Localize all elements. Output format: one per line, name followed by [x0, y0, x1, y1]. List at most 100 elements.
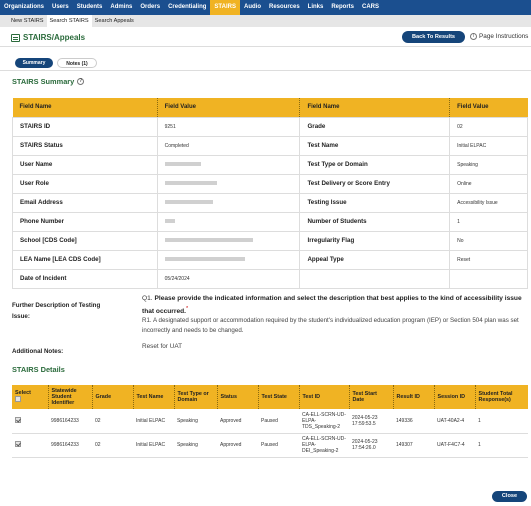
top-nav: Organizations Users Students Admins Orde… — [0, 0, 531, 15]
redacted-value — [156, 230, 301, 251]
field-name: Test Type or Domain — [299, 154, 451, 175]
additional-notes-label: Additional Notes: — [12, 348, 64, 355]
field-value: Online — [449, 173, 528, 194]
field-value — [449, 268, 528, 289]
nav-users[interactable]: Users — [48, 0, 73, 15]
row-checkbox[interactable] — [15, 441, 21, 447]
question-body: Please provide the indicated information… — [142, 295, 522, 316]
redaction-bar — [164, 219, 175, 224]
field-name: Grade — [299, 116, 451, 137]
nav-reports[interactable]: Reports — [327, 0, 358, 15]
grade-cell: 02 — [92, 433, 133, 458]
column-header-select: Select — [12, 385, 49, 409]
table-row: STAIRS ID 9251 Grade 02 — [12, 116, 528, 137]
page-instructions-label: Page Instructions — [479, 33, 529, 40]
test-id-cell: CA-ELL-SCRN-UD-ELPA-TDS_Speaking-2 — [299, 409, 349, 434]
table-row: STAIRS Status Completed Test Name Initia… — [12, 135, 528, 156]
nav-stairs[interactable]: STAIRS — [210, 0, 240, 15]
sub-nav: New STAIRS Search STAIRS Search Appeals — [0, 15, 531, 27]
redaction-bar — [164, 257, 245, 262]
table-row: Email Address Testing Issue Accessibilit… — [12, 192, 528, 213]
tab-notes[interactable]: Notes (1) — [57, 58, 97, 68]
domain-cell: Speaking — [174, 433, 217, 458]
field-value: 1 — [449, 211, 528, 232]
field-value: Initial ELPAC — [449, 135, 528, 156]
redaction-bar — [164, 238, 253, 243]
table-row: User Name Test Type or Domain Speaking — [12, 154, 528, 175]
nav-admins[interactable]: Admins — [106, 0, 136, 15]
column-header: Statewide Student Identifier — [48, 385, 93, 409]
subnav-search-stairs[interactable]: Search STAIRS — [46, 15, 92, 27]
column-header: Field Value — [157, 98, 301, 117]
table-row: User Role Test Delivery or Score Entry O… — [12, 173, 528, 194]
start-date-cell: 2024-05-23 17:54:26.0 — [349, 433, 393, 458]
subnav-search-appeals[interactable]: Search Appeals — [92, 15, 137, 27]
close-button[interactable]: Close — [492, 491, 527, 502]
session-id-cell: UAT-F4C7-4 — [434, 433, 475, 458]
redaction-bar — [164, 162, 201, 167]
select-all-checkbox[interactable] — [15, 396, 21, 402]
session-id-cell: UAT-40A2-4 — [434, 409, 475, 434]
help-icon[interactable]: ? — [77, 78, 85, 85]
field-value: No — [449, 230, 528, 251]
divider — [0, 70, 531, 71]
nav-audio[interactable]: Audio — [240, 0, 265, 15]
nav-students[interactable]: Students — [73, 0, 107, 15]
field-value: Completed — [156, 135, 301, 156]
select-cell — [12, 433, 48, 458]
question-number: Q1. — [142, 295, 153, 302]
form-icon — [11, 33, 20, 42]
column-header: Result ID — [393, 385, 435, 409]
nav-organizations[interactable]: Organizations — [0, 0, 48, 15]
page-instructions-link[interactable]: i Page Instructions — [470, 33, 528, 40]
field-value: Speaking — [449, 154, 528, 175]
column-header: Field Value — [449, 98, 528, 117]
stairs-details-heading: STAIRS Details — [12, 365, 65, 374]
details-table: Select Statewide Student Identifier Grad… — [12, 385, 528, 458]
table-row: School [CDS Code] Irregularity Flag No — [12, 230, 528, 251]
field-value: Accessibility Issue — [449, 192, 528, 213]
field-name: Phone Number — [12, 211, 158, 232]
field-name: Test Delivery or Score Entry — [299, 173, 451, 194]
ssid-cell: 9986164233 — [48, 433, 92, 458]
column-header: Test Type or Domain — [174, 385, 218, 409]
column-header: Test State — [258, 385, 300, 409]
column-header: Test ID — [299, 385, 350, 409]
column-header: Status — [217, 385, 259, 409]
back-to-results-button[interactable]: Back To Results — [402, 31, 465, 43]
table-row: LEA Name [LEA CDS Code] Appeal Type Rese… — [12, 249, 528, 270]
page-title: STAIRS/Appeals — [11, 33, 85, 42]
nav-cars[interactable]: CARS — [358, 0, 383, 15]
redaction-bar — [164, 200, 213, 205]
row-checkbox[interactable] — [15, 416, 21, 423]
grade-cell: 02 — [92, 409, 133, 434]
field-value: 05/24/2024 — [156, 268, 301, 289]
redacted-value — [156, 192, 301, 213]
info-icon: i — [470, 33, 477, 40]
field-name: User Name — [12, 154, 158, 175]
table-row: Date of Incident 05/24/2024 — [12, 268, 528, 289]
stairs-summary-title: STAIRS Summary — [12, 77, 75, 86]
additional-notes-value: Reset for UAT — [142, 343, 183, 350]
nav-credentialing[interactable]: Credentialing — [164, 0, 210, 15]
test-name-cell: Initial ELPAC — [133, 433, 174, 458]
field-name: Email Address — [12, 192, 158, 213]
column-header: Test Start Date — [349, 385, 394, 409]
redaction-bar — [164, 181, 217, 186]
redacted-value — [156, 211, 301, 232]
nav-resources[interactable]: Resources — [265, 0, 304, 15]
test-name-cell: Initial ELPAC — [133, 409, 174, 434]
status-cell: Approved — [217, 433, 258, 458]
test-state-cell: Paused — [258, 433, 299, 458]
field-name: Date of Incident — [12, 268, 158, 289]
field-name: Testing Issue — [299, 192, 451, 213]
tab-summary[interactable]: Summary — [15, 58, 53, 68]
nav-links[interactable]: Links — [304, 0, 328, 15]
field-name — [299, 268, 451, 289]
field-name: User Role — [12, 173, 158, 194]
required-mark: * — [185, 306, 189, 312]
nav-orders[interactable]: Orders — [136, 0, 164, 15]
redacted-value — [156, 249, 301, 270]
table-row: Phone Number Number of Students 1 — [12, 211, 528, 232]
subnav-new-stairs[interactable]: New STAIRS — [8, 15, 47, 27]
